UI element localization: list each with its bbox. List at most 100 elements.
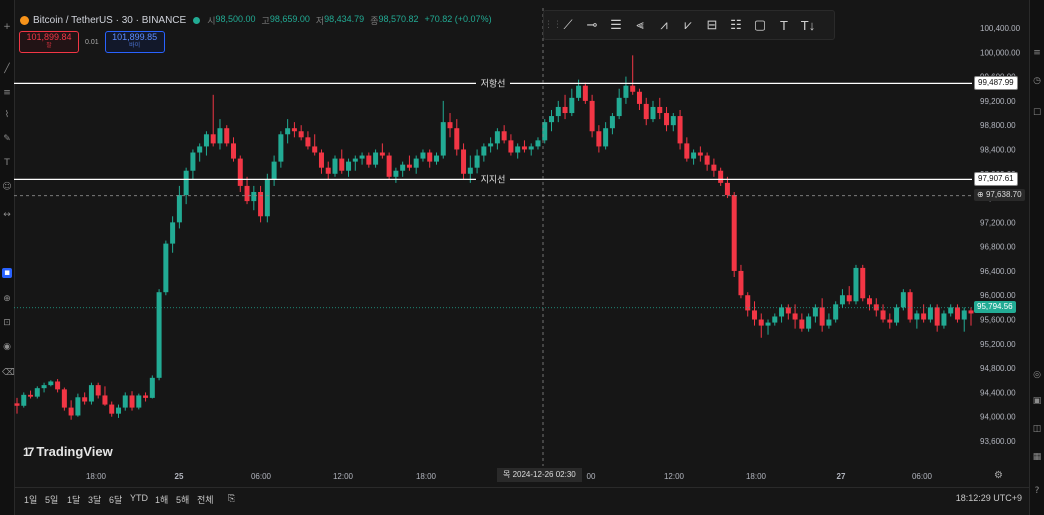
range-6m[interactable]: 6달: [109, 493, 122, 506]
candle-body: [176, 195, 182, 223]
timezone-settings-icon[interactable]: ⚙: [994, 470, 1003, 481]
price-tick-label: 95,600.00: [980, 316, 1016, 325]
candle-body: [461, 149, 467, 174]
price-tick-label: 98,800.00: [980, 121, 1016, 130]
long-position-icon[interactable]: ⩗: [676, 13, 700, 37]
brush-tool-icon[interactable]: ✎: [2, 134, 12, 144]
candle-body: [751, 310, 757, 320]
candle-body: [34, 388, 40, 397]
candle-body: [758, 319, 764, 326]
price-tick-label: 94,400.00: [980, 388, 1016, 397]
right-widget-bar: ≡ ◷ ☐ ◎ ▣ ◫ ▦ ?: [1029, 0, 1044, 515]
horizontal-ray-icon[interactable]: ⊸: [580, 13, 604, 37]
range-5y[interactable]: 5해: [176, 493, 189, 506]
candle-body: [352, 158, 358, 162]
candle-body: [887, 319, 893, 323]
symbol-header: Bitcoin / TetherUS · 30 · BINANCE 시 98,50…: [20, 12, 498, 28]
candle-body: [291, 128, 297, 132]
pitchfork-icon[interactable]: ⫷: [628, 13, 652, 37]
candle-body: [521, 146, 527, 150]
trash-tool-icon[interactable]: ⌫: [2, 368, 15, 378]
candle-body: [609, 116, 615, 129]
range-3m[interactable]: 3달: [88, 493, 101, 506]
candle-body: [332, 158, 338, 174]
magnet-tool-icon[interactable]: ▪: [2, 268, 12, 278]
sell-button[interactable]: 101,899.84 팔: [19, 31, 79, 53]
ohlc-values: 시 98,500.00 고 98,659.00 저 98,434.79 종 98,570…: [207, 14, 497, 27]
candle-body: [670, 116, 676, 126]
notes-icon[interactable]: ☐: [1032, 108, 1042, 118]
candle-body: [454, 128, 460, 150]
candle-body: [968, 310, 974, 314]
ideas-icon[interactable]: ◎: [1032, 370, 1042, 380]
time-tick-label: 18:00: [746, 472, 767, 481]
goto-date-icon[interactable]: ⎘: [228, 493, 235, 504]
candle-body: [420, 152, 426, 159]
fib-tool-icon[interactable]: ≡: [2, 88, 12, 98]
range-5d[interactable]: 5일: [45, 493, 58, 506]
range-1y[interactable]: 1해: [155, 493, 168, 506]
candle-body: [941, 313, 947, 326]
trend-line-icon[interactable]: ⟋: [556, 13, 580, 37]
candle-body: [339, 158, 345, 171]
pattern-tool-icon[interactable]: ⌇: [2, 110, 12, 120]
candle-body: [535, 140, 541, 147]
anchored-text-icon[interactable]: T↓: [796, 13, 820, 37]
crosshair-price-value: 97,638.70: [985, 189, 1022, 199]
price-chart[interactable]: 저항선지지선 100,400.00100,000.0099,600.0099,2…: [14, 0, 1030, 515]
trendline-tool-icon[interactable]: ╱: [2, 64, 12, 74]
emoji-tool-icon[interactable]: ☺: [2, 182, 12, 192]
chat-icon[interactable]: ◫: [1032, 424, 1042, 434]
text-icon[interactable]: T: [772, 13, 796, 37]
candle-body: [718, 170, 724, 183]
text-tool-icon[interactable]: T: [2, 158, 12, 168]
bitcoin-logo-icon: [20, 15, 29, 25]
axes: 100,400.00100,000.0099,600.0099,200.0098…: [86, 24, 1021, 481]
candle-body: [569, 97, 575, 114]
candle-body: [731, 195, 737, 271]
time-tick-label: 06:00: [251, 472, 272, 481]
range-all[interactable]: 전체: [197, 493, 214, 506]
candle-body: [812, 307, 818, 317]
range-1m[interactable]: 1달: [67, 493, 80, 506]
candle-body: [373, 152, 379, 165]
parallel-channel-icon[interactable]: ☰: [604, 13, 628, 37]
range-ytd[interactable]: YTD: [130, 493, 148, 503]
drag-handle-icon[interactable]: ⋮⋮: [544, 20, 562, 30]
screener-icon[interactable]: ▦: [1032, 452, 1042, 462]
candle-body: [501, 131, 507, 141]
candle-body: [839, 295, 845, 305]
candle-body: [406, 164, 412, 168]
symbol-title[interactable]: Bitcoin / TetherUS · 30 · BINANCE: [33, 15, 186, 26]
candle-body: [799, 319, 805, 329]
crosshair-tool-icon[interactable]: +: [2, 22, 12, 32]
date-range-icon[interactable]: ☷: [724, 13, 748, 37]
candle-body: [643, 103, 649, 120]
watchlist-icon[interactable]: ≡: [1032, 48, 1042, 58]
alerts-icon[interactable]: ◷: [1032, 76, 1042, 86]
buy-button[interactable]: 101,899.85 바이: [104, 31, 165, 53]
candle-body: [684, 143, 690, 159]
rectangle-icon[interactable]: ▢: [748, 13, 772, 37]
zigzag-pattern-icon[interactable]: ⩘: [652, 13, 676, 37]
help-icon[interactable]: ?: [1032, 486, 1042, 496]
clock[interactable]: 18:12:29 UTC+9: [956, 493, 1022, 503]
measure-tool-icon[interactable]: ↔: [2, 210, 12, 220]
time-tick-label: 25: [175, 472, 184, 481]
candle-body: [765, 322, 771, 326]
candle-body: [386, 155, 392, 177]
candle-body: [650, 106, 656, 120]
annotation-lines: 저항선지지선: [14, 8, 972, 466]
lock-tool-icon[interactable]: ⊡: [2, 318, 12, 328]
candle-body: [819, 307, 825, 326]
eye-tool-icon[interactable]: ◉: [2, 342, 12, 352]
support-label: 지지선: [481, 174, 506, 185]
floating-drawing-toolbar: ⋮⋮ ⟋ ⊸ ☰ ⫷ ⩘ ⩗ ⊟ ☷ ▢ T T↓: [543, 10, 835, 40]
zoom-tool-icon[interactable]: ⊕: [2, 294, 12, 304]
tradingview-mark-icon: 17: [23, 444, 34, 459]
candle-body: [55, 381, 61, 390]
range-1d[interactable]: 1일: [24, 493, 37, 506]
tradingview-logo[interactable]: 17 TradingView: [23, 444, 113, 459]
calendar-icon[interactable]: ▣: [1032, 396, 1042, 406]
price-range-icon[interactable]: ⊟: [700, 13, 724, 37]
